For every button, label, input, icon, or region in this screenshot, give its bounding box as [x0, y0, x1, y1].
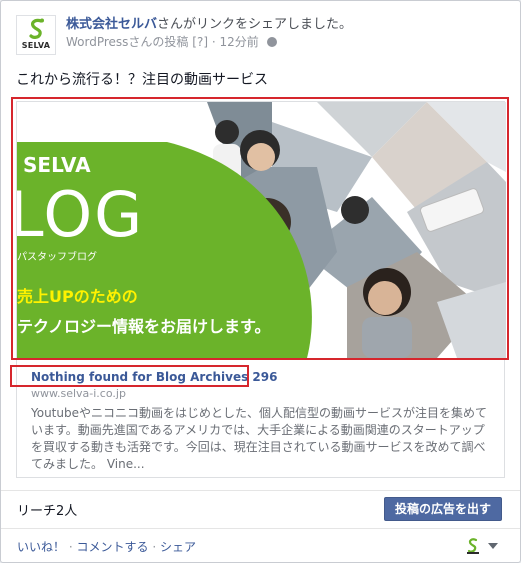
- link-preview[interactable]: SELVA LOG パスタッフブログ 売上UPのための テクノロジー情報をお届け…: [16, 101, 506, 478]
- reach-bar: リーチ2人 投稿の広告を出す: [1, 490, 520, 526]
- page-name-link[interactable]: 株式会社セルバ: [66, 17, 157, 32]
- post-action-text: さんがリンクをシェアしました。: [157, 17, 353, 32]
- action-bar: いいね！ · コメントする · シェア: [1, 528, 520, 562]
- via-app-link[interactable]: WordPressさんの投稿: [66, 35, 188, 49]
- reach-count[interactable]: リーチ2人: [17, 500, 77, 519]
- post-card: SELVA 株式会社セルバさんがリンクをシェアしました。 WordPressさん…: [0, 0, 521, 563]
- globe-icon[interactable]: [266, 37, 277, 47]
- selva-logo-icon: [29, 18, 44, 39]
- hero-graphic: SELVA LOG パスタッフブログ 売上UPのための テクノロジー情報をお届け…: [17, 102, 506, 358]
- help-bracket[interactable]: [?]: [192, 35, 208, 49]
- post-timestamp[interactable]: 12分前: [219, 35, 258, 49]
- link-domain: www.selva-i.co.jp: [31, 387, 126, 400]
- meta-separator: ·: [211, 35, 216, 49]
- hero-big-word: LOG: [17, 178, 144, 251]
- post-header: 株式会社セルバさんがリンクをシェアしました。: [66, 16, 352, 34]
- action-separator: ·: [152, 540, 157, 554]
- link-title[interactable]: Nothing found for Blog Archives 296: [31, 370, 277, 384]
- hero-brand: SELVA: [23, 153, 91, 177]
- action-separator: ·: [68, 540, 73, 554]
- hero-subtitle: パスタッフブログ: [17, 250, 97, 263]
- actor-selector-icon[interactable]: [466, 537, 480, 555]
- comment-link[interactable]: コメントする: [77, 540, 149, 554]
- boost-post-button[interactable]: 投稿の広告を出す: [383, 497, 502, 521]
- post-meta: WordPressさんの投稿 [?] · 12分前: [66, 34, 277, 50]
- chevron-down-icon[interactable]: [488, 543, 498, 549]
- post-message: これから流行る！？注目の動画サービス: [16, 72, 268, 88]
- like-link[interactable]: いいね！: [17, 540, 65, 554]
- link-description: Youtubeやニコニコ動画をはじめとした、個人配信型の動画サービスが注目を集め…: [31, 406, 487, 471]
- hero-line1: 売上UPのための: [17, 287, 138, 306]
- page-avatar[interactable]: SELVA: [16, 15, 56, 55]
- link-hero-image[interactable]: SELVA LOG パスタッフブログ 売上UPのための テクノロジー情報をお届け…: [17, 102, 506, 358]
- share-link[interactable]: シェア: [160, 540, 196, 554]
- hero-line2: テクノロジー情報をお届けします。: [17, 317, 270, 336]
- avatar-wordmark: SELVA: [21, 41, 51, 50]
